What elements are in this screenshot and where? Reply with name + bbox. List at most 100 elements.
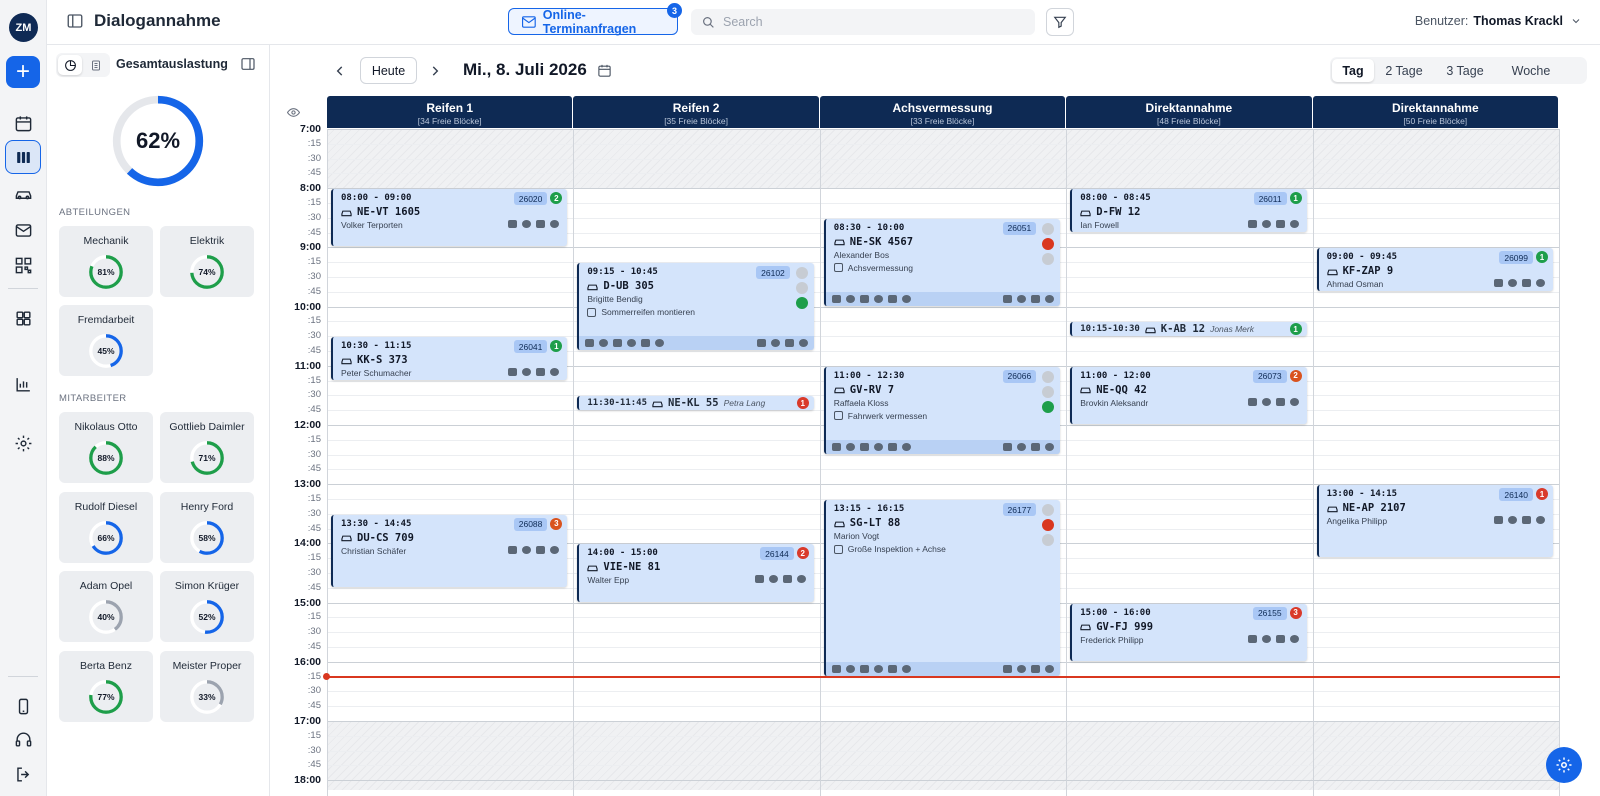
car-icon[interactable]: [5, 176, 41, 210]
short-appointment[interactable]: 10:15-10:30 K-AB 12 Jonas Merk 1: [1070, 322, 1307, 337]
task-item[interactable]: Fahrwerk vermessen: [833, 411, 927, 421]
appointment-card[interactable]: 13:15 - 16:15 SG-LT 88 Marion Vogt 26177 Gro…: [823, 500, 1061, 676]
calendar-icon[interactable]: [5, 106, 41, 140]
resource-header[interactable]: Direktannahme [50 Freie Blöcke]: [1312, 96, 1558, 128]
resource-header[interactable]: Reifen 1 [34 Freie Blöcke]: [327, 96, 573, 128]
phone-icon[interactable]: [5, 689, 41, 723]
appointment-card[interactable]: 11:00 - 12:30 GV-RV 7 Raffaela Kloss 26066 F…: [823, 366, 1061, 454]
next-day-button[interactable]: [428, 64, 442, 78]
utilization-card[interactable]: Simon Krüger 52%: [160, 571, 254, 642]
utilization-card[interactable]: Gottlieb Daimler 71%: [160, 412, 254, 483]
vehicle-plate: NE-AP 2107: [1326, 502, 1406, 514]
logout-icon[interactable]: [5, 757, 41, 791]
today-button[interactable]: Heute: [360, 57, 417, 84]
car-icon: [587, 284, 599, 290]
pie-view-icon[interactable]: [58, 55, 82, 75]
date-picker-icon[interactable]: [597, 63, 612, 78]
car-icon: [1080, 624, 1091, 631]
card-label: Nikolaus Otto: [74, 421, 138, 433]
service-icon: [1247, 634, 1257, 643]
service-icon: [655, 338, 665, 347]
utilization-card[interactable]: Meister Proper 33%: [160, 650, 254, 722]
order-number: 26051: [1002, 221, 1037, 235]
time-label: 9:00: [299, 241, 321, 254]
checkbox[interactable]: [833, 263, 843, 273]
avatar[interactable]: ZM: [9, 13, 38, 42]
service-icon: [1017, 664, 1027, 673]
vehicle-plate: SG-LT 88: [834, 517, 901, 529]
customer-name: Frederick Philipp: [1080, 634, 1144, 645]
add-button[interactable]: +: [6, 56, 40, 88]
previous-day-button[interactable]: [333, 64, 347, 78]
qr-icon[interactable]: [5, 248, 41, 282]
appointment-card[interactable]: 13:30 - 14:45 DU-CS 709 Christian Schäfer 2…: [331, 514, 568, 587]
resource-header[interactable]: Achsvermessung [33 Freie Blöcke]: [819, 96, 1066, 128]
appointment-time: 09:15 - 10:45: [587, 267, 658, 278]
eye-icon[interactable]: [287, 107, 300, 118]
chart-icon[interactable]: [5, 367, 41, 401]
columns-icon[interactable]: [5, 140, 41, 174]
view-2-tage[interactable]: 2 Tage: [1376, 59, 1432, 82]
utilization-card[interactable]: Adam Opel 40%: [59, 571, 153, 642]
appointment-card[interactable]: 11:00 - 12:00 NE-QQ 42 Brovkin Aleksandr 26…: [1070, 366, 1307, 424]
appointment-card[interactable]: 15:00 - 16:00 GV-FJ 999 Frederick Philipp 2…: [1070, 603, 1307, 661]
task-item[interactable]: Achsvermessung: [833, 263, 913, 273]
plate-text: SG-LT 88: [849, 517, 901, 529]
gear-icon[interactable]: [5, 426, 41, 460]
utilization-card[interactable]: Mechanik 81%: [59, 226, 153, 297]
card-label: Berta Benz: [80, 659, 132, 672]
service-icon: [1003, 664, 1013, 673]
appointment-card[interactable]: 13:00 - 14:15 NE-AP 2107 Angelika Philipp 2…: [1316, 485, 1553, 558]
gear-icon: [1556, 757, 1572, 773]
service-icon: [1275, 397, 1285, 406]
appointment-card[interactable]: 09:15 - 10:45 D-UB 305 Brigitte Bendig 2610…: [577, 263, 814, 350]
task-item[interactable]: Große Inspektion + Achse: [833, 544, 946, 554]
appointment-time: 10:15-10:30: [1080, 324, 1140, 335]
appointment-card[interactable]: 14:00 - 15:00 VIE-NE 81 Walter Epp 26144 2: [577, 544, 814, 602]
appointment-card[interactable]: 08:00 - 08:45 D-FW 12 Ian Fowell 26011 1: [1070, 189, 1307, 232]
appointment-card[interactable]: 09:00 - 09:45 KF-ZAP 9 Ahmad Osman 26099 1: [1316, 248, 1553, 291]
card-value: 74%: [198, 267, 216, 277]
column-divider: [1559, 129, 1560, 796]
time-label: :15: [307, 670, 321, 682]
column-divider: [573, 129, 575, 796]
card-value: 66%: [97, 532, 115, 543]
view-tag[interactable]: Tag: [1332, 59, 1374, 82]
resource-header[interactable]: Reifen 2 [35 Freie Blöcke]: [573, 96, 819, 128]
resource-header[interactable]: Direktannahme [48 Freie Blöcke]: [1066, 96, 1312, 128]
utilization-card[interactable]: Fremdarbeit 45%: [59, 305, 153, 376]
search-input[interactable]: Search: [691, 9, 1035, 35]
customer-name: Petra Lang: [723, 398, 766, 409]
service-icons: [1493, 516, 1545, 525]
utilization-card[interactable]: Nikolaus Otto 88%: [59, 412, 153, 483]
user-menu[interactable]: Benutzer: Thomas Krackl: [1415, 14, 1584, 28]
mail-icon[interactable]: [5, 213, 41, 247]
utilization-card[interactable]: Berta Benz 77%: [59, 650, 153, 722]
appointment-card[interactable]: 08:30 - 10:00 NE-SK 4567 Alexander Bos 2605…: [823, 218, 1061, 306]
headset-icon[interactable]: [5, 722, 41, 756]
utilization-card[interactable]: Elektrik 74%: [160, 226, 254, 297]
service-icon: [1493, 516, 1503, 525]
short-appointment[interactable]: 11:30-11:45 NE-KL 55 Petra Lang 1: [577, 396, 814, 411]
checkbox[interactable]: [833, 411, 843, 421]
settings-fab[interactable]: [1546, 747, 1582, 783]
filter-icon: [1053, 16, 1067, 29]
card-value: 88%: [97, 453, 115, 463]
view-3-tage[interactable]: 3 Tage: [1434, 59, 1496, 82]
item-count-badge: 1: [1535, 488, 1548, 501]
view-woche[interactable]: Woche: [1498, 59, 1564, 82]
filter-button[interactable]: [1046, 8, 1074, 36]
collapse-panel-icon[interactable]: [240, 56, 256, 72]
online-requests-button[interactable]: Online-Terminanfragen: [508, 8, 678, 36]
appointment-card[interactable]: 10:30 - 11:15 KK-S 373 Peter Schumacher 260…: [331, 337, 568, 380]
task-item[interactable]: Sommerreifen montieren: [587, 307, 695, 317]
checkbox[interactable]: [833, 544, 843, 554]
appointment-card[interactable]: 08:00 - 09:00 NE-VT 1605 Volker Terporten 2…: [331, 189, 568, 247]
grid-icon[interactable]: [5, 301, 41, 335]
panel-toggle-icon[interactable]: [66, 12, 84, 30]
grid-line: [327, 735, 1560, 737]
utilization-card[interactable]: Rudolf Diesel 66%: [59, 491, 153, 563]
utilization-card[interactable]: Henry Ford 58%: [160, 491, 254, 563]
list-view-icon[interactable]: [84, 55, 108, 75]
checkbox[interactable]: [587, 307, 597, 317]
